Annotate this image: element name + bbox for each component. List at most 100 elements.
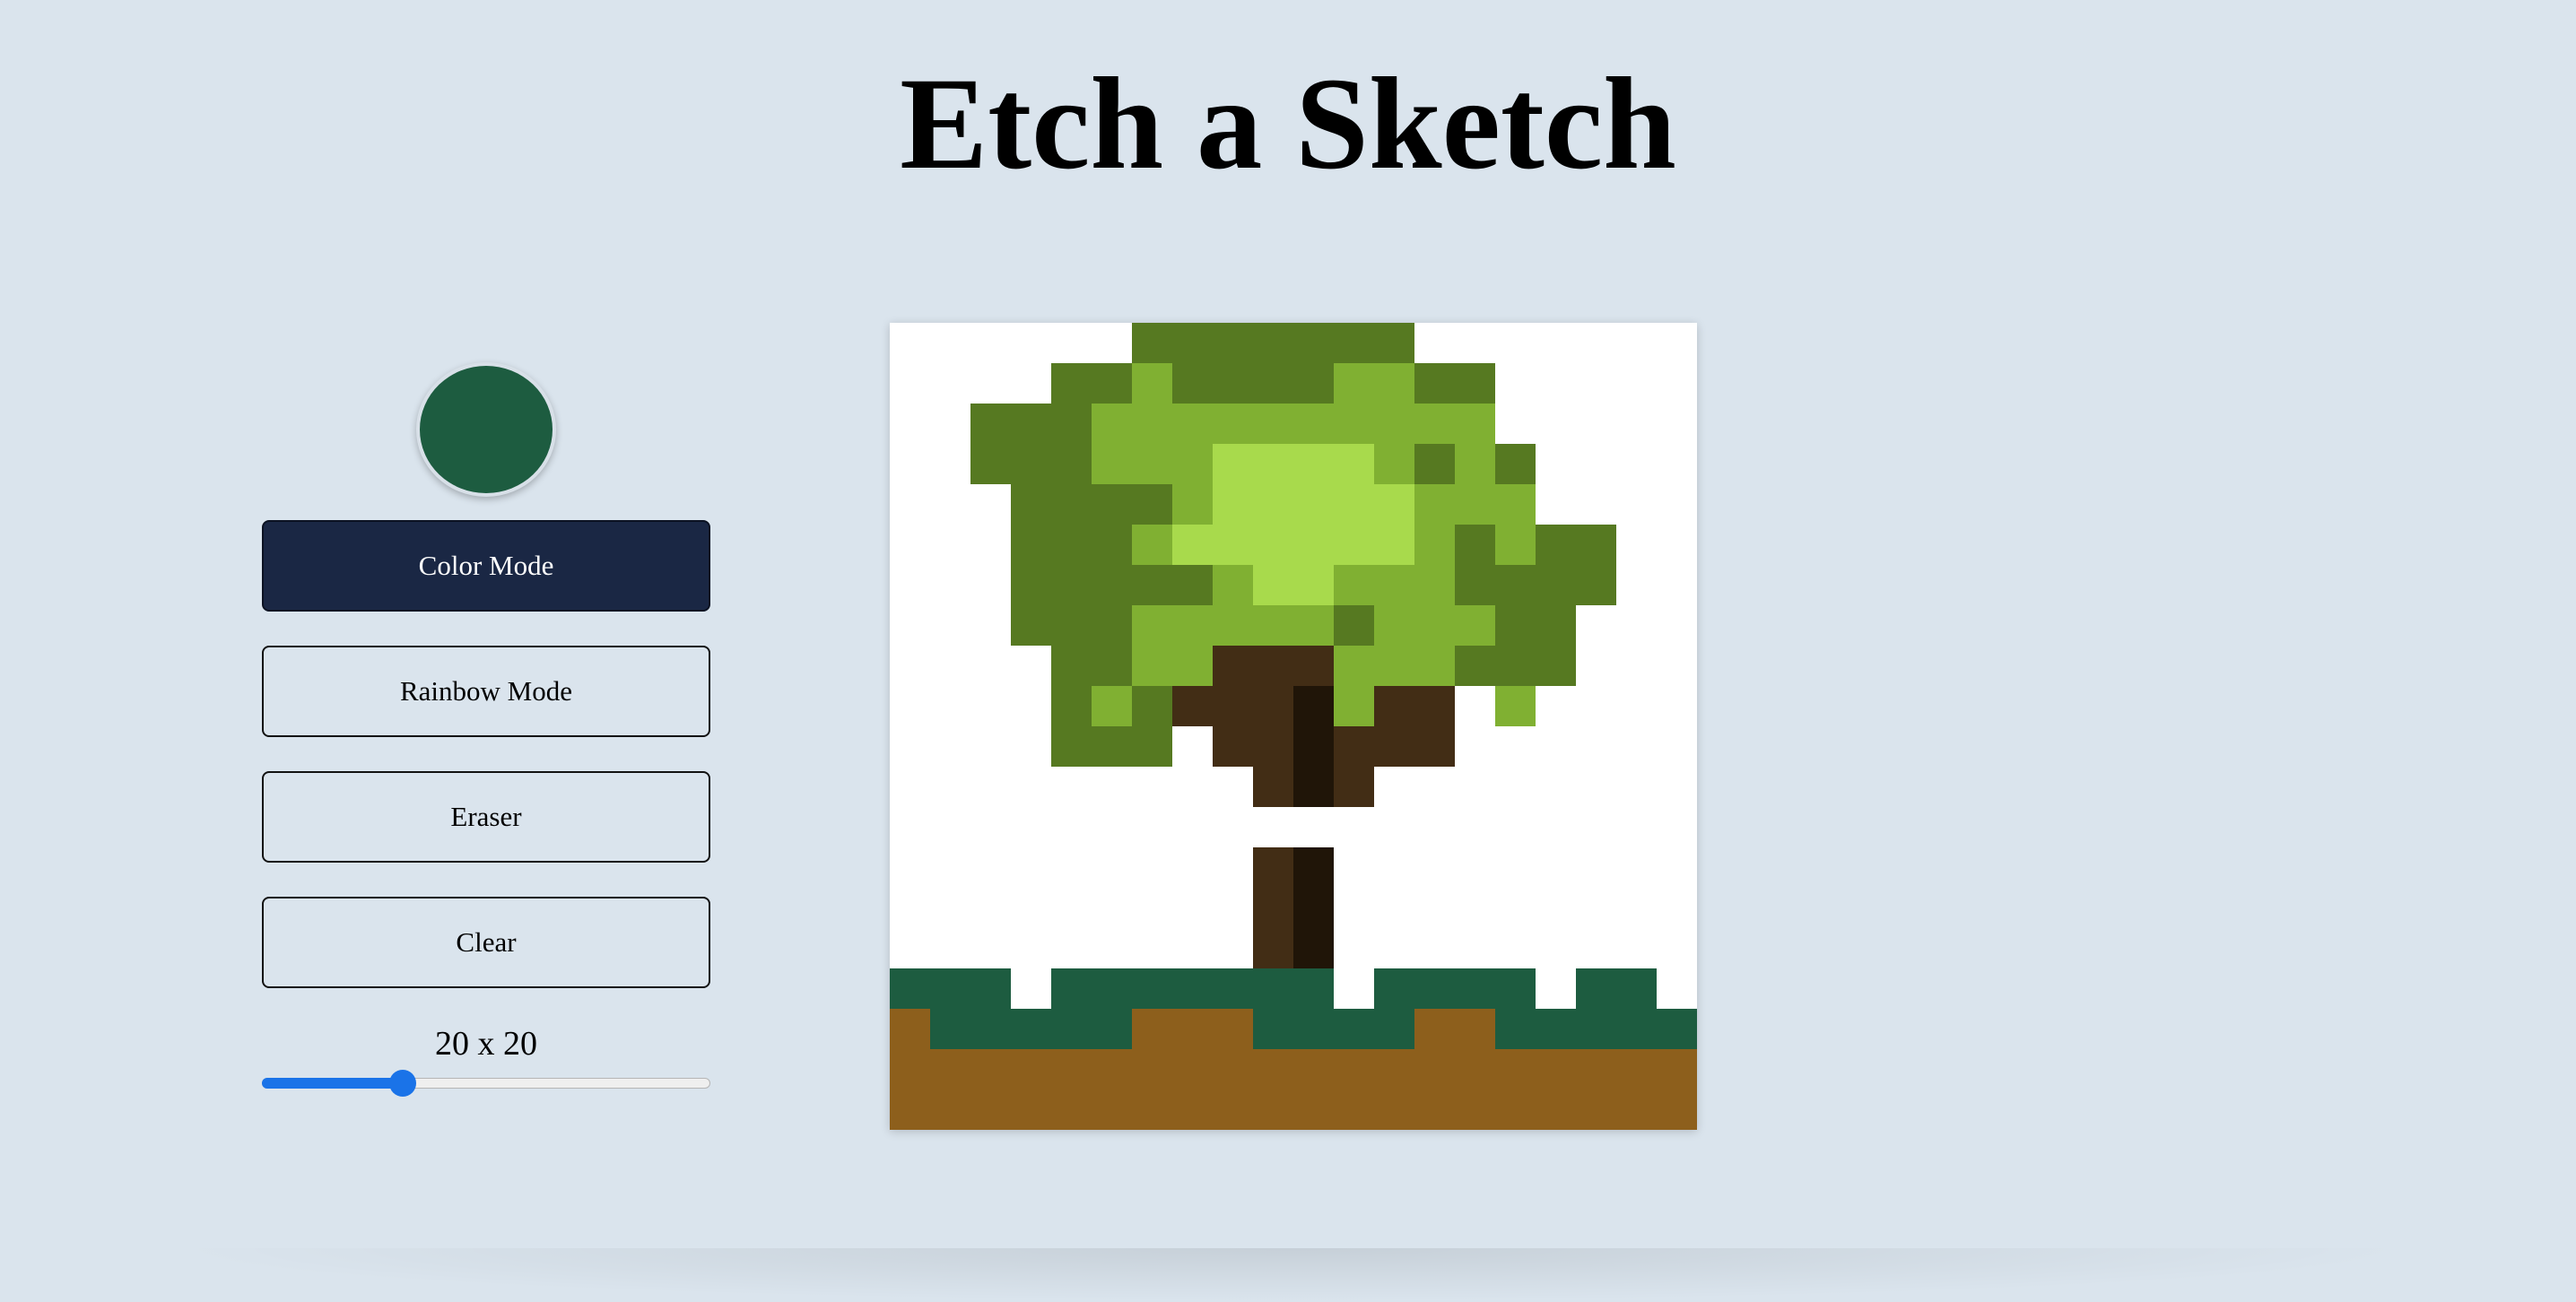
grid-cell[interactable] xyxy=(1213,928,1253,968)
grid-cell[interactable] xyxy=(1172,847,1213,888)
grid-cell[interactable] xyxy=(970,1009,1011,1049)
grid-cell[interactable] xyxy=(1616,565,1657,605)
grid-cell[interactable] xyxy=(1132,847,1172,888)
grid-cell[interactable] xyxy=(1092,726,1132,767)
grid-cell[interactable] xyxy=(1616,444,1657,484)
grid-cell[interactable] xyxy=(890,847,930,888)
grid-cell[interactable] xyxy=(970,1049,1011,1089)
grid-cell[interactable] xyxy=(1011,968,1051,1009)
grid-cell[interactable] xyxy=(1334,646,1374,686)
grid-cell[interactable] xyxy=(1334,928,1374,968)
grid-cell[interactable] xyxy=(1051,444,1092,484)
grid-cell[interactable] xyxy=(1293,646,1334,686)
grid-cell[interactable] xyxy=(1253,404,1293,444)
grid-cell[interactable] xyxy=(1576,404,1616,444)
grid-cell[interactable] xyxy=(1172,363,1213,404)
grid-cell[interactable] xyxy=(1657,807,1697,847)
grid-cell[interactable] xyxy=(1213,807,1253,847)
sketch-grid[interactable] xyxy=(890,323,1697,1130)
grid-cell[interactable] xyxy=(1455,565,1495,605)
grid-cell[interactable] xyxy=(930,726,970,767)
grid-cell[interactable] xyxy=(1051,1009,1092,1049)
grid-cell[interactable] xyxy=(1213,323,1253,363)
grid-cell[interactable] xyxy=(1051,726,1092,767)
grid-cell[interactable] xyxy=(930,807,970,847)
grid-cell[interactable] xyxy=(1253,444,1293,484)
grid-cell[interactable] xyxy=(1051,323,1092,363)
grid-cell[interactable] xyxy=(890,888,930,928)
grid-cell[interactable] xyxy=(1495,323,1536,363)
eraser-button[interactable]: Eraser xyxy=(262,771,710,863)
grid-cell[interactable] xyxy=(1011,1089,1051,1130)
grid-cell[interactable] xyxy=(970,363,1011,404)
grid-cell[interactable] xyxy=(930,565,970,605)
grid-cell[interactable] xyxy=(1414,928,1455,968)
grid-cell[interactable] xyxy=(1455,484,1495,525)
grid-cell[interactable] xyxy=(1414,968,1455,1009)
grid-cell[interactable] xyxy=(930,646,970,686)
grid-cell[interactable] xyxy=(1334,726,1374,767)
grid-cell[interactable] xyxy=(1092,444,1132,484)
grid-cell[interactable] xyxy=(1172,767,1213,807)
grid-cell[interactable] xyxy=(890,1049,930,1089)
grid-cell[interactable] xyxy=(1657,767,1697,807)
grid-cell[interactable] xyxy=(1092,565,1132,605)
grid-cell[interactable] xyxy=(1536,525,1576,565)
grid-cell[interactable] xyxy=(890,404,930,444)
grid-cell[interactable] xyxy=(1051,767,1092,807)
grid-cell[interactable] xyxy=(1334,968,1374,1009)
grid-cell[interactable] xyxy=(1092,807,1132,847)
grid-cell[interactable] xyxy=(890,686,930,726)
grid-cell[interactable] xyxy=(890,807,930,847)
grid-cell[interactable] xyxy=(1414,323,1455,363)
grid-cell[interactable] xyxy=(970,686,1011,726)
grid-cell[interactable] xyxy=(1213,686,1253,726)
grid-size-slider[interactable] xyxy=(262,1069,710,1097)
grid-cell[interactable] xyxy=(1213,1009,1253,1049)
grid-cell[interactable] xyxy=(1374,928,1414,968)
grid-cell[interactable] xyxy=(1172,565,1213,605)
grid-cell[interactable] xyxy=(1374,726,1414,767)
grid-cell[interactable] xyxy=(1334,444,1374,484)
grid-cell[interactable] xyxy=(1576,888,1616,928)
grid-cell[interactable] xyxy=(1536,565,1576,605)
grid-cell[interactable] xyxy=(1132,888,1172,928)
grid-cell[interactable] xyxy=(1536,646,1576,686)
grid-cell[interactable] xyxy=(1011,1049,1051,1089)
grid-cell[interactable] xyxy=(1576,686,1616,726)
grid-cell[interactable] xyxy=(1576,1089,1616,1130)
grid-cell[interactable] xyxy=(890,484,930,525)
grid-cell[interactable] xyxy=(930,1049,970,1089)
grid-cell[interactable] xyxy=(1657,1009,1697,1049)
grid-cell[interactable] xyxy=(1172,1009,1213,1049)
grid-cell[interactable] xyxy=(1536,888,1576,928)
grid-cell[interactable] xyxy=(1092,404,1132,444)
grid-cell[interactable] xyxy=(1092,686,1132,726)
grid-cell[interactable] xyxy=(1253,686,1293,726)
grid-cell[interactable] xyxy=(930,444,970,484)
grid-cell[interactable] xyxy=(1011,565,1051,605)
grid-cell[interactable] xyxy=(1011,525,1051,565)
grid-cell[interactable] xyxy=(1576,767,1616,807)
grid-cell[interactable] xyxy=(1536,1089,1576,1130)
grid-cell[interactable] xyxy=(1051,847,1092,888)
grid-cell[interactable] xyxy=(1657,605,1697,646)
grid-cell[interactable] xyxy=(1616,646,1657,686)
grid-cell[interactable] xyxy=(1616,525,1657,565)
grid-cell[interactable] xyxy=(1051,605,1092,646)
grid-cell[interactable] xyxy=(1455,807,1495,847)
grid-cell[interactable] xyxy=(1616,1089,1657,1130)
grid-cell[interactable] xyxy=(1293,404,1334,444)
grid-cell[interactable] xyxy=(1455,1049,1495,1089)
grid-cell[interactable] xyxy=(1374,565,1414,605)
grid-cell[interactable] xyxy=(1536,807,1576,847)
grid-cell[interactable] xyxy=(1172,928,1213,968)
grid-cell[interactable] xyxy=(1253,968,1293,1009)
grid-cell[interactable] xyxy=(1011,646,1051,686)
grid-cell[interactable] xyxy=(1576,444,1616,484)
grid-cell[interactable] xyxy=(1293,444,1334,484)
grid-cell[interactable] xyxy=(1414,646,1455,686)
grid-cell[interactable] xyxy=(1576,1009,1616,1049)
grid-cell[interactable] xyxy=(1253,1089,1293,1130)
grid-cell[interactable] xyxy=(1455,404,1495,444)
